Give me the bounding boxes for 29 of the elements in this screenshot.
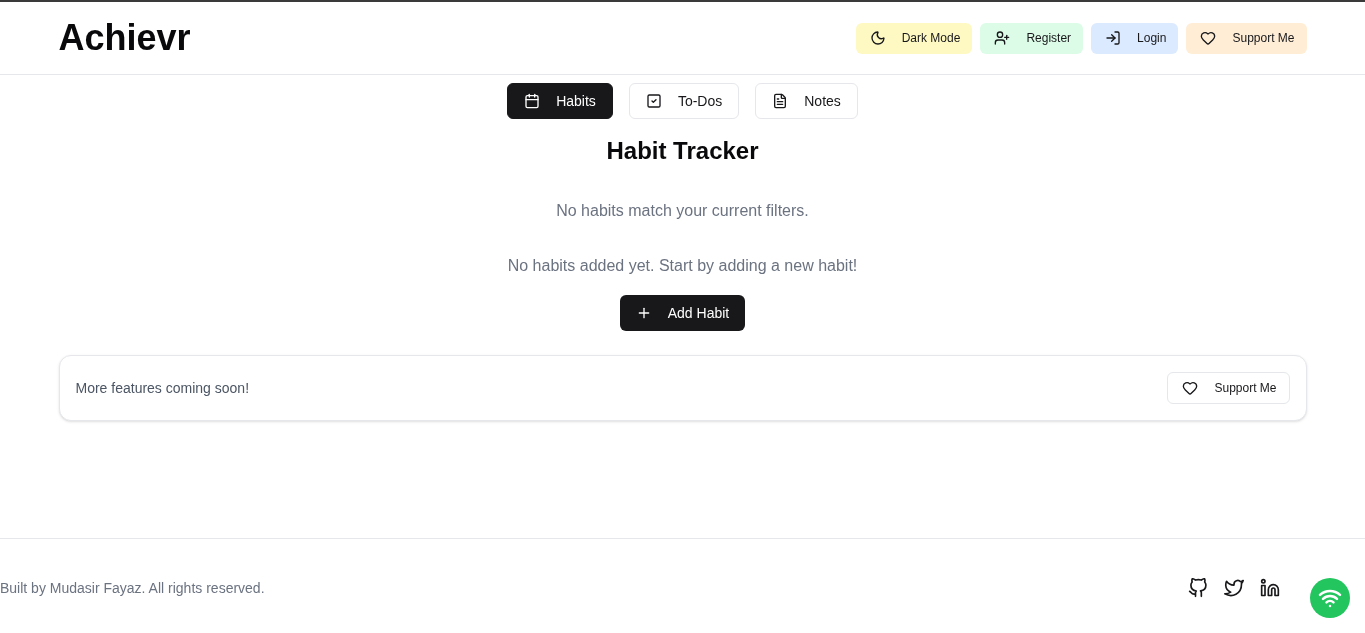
twitter-icon — [1224, 578, 1244, 598]
checkbox-icon — [645, 93, 662, 109]
moon-icon — [869, 30, 886, 46]
login-icon — [1105, 30, 1122, 46]
user-plus-icon — [994, 30, 1011, 46]
app-logo: Achievr — [58, 18, 191, 58]
linkedin-link[interactable] — [1260, 578, 1280, 598]
calendar-icon — [524, 93, 541, 109]
heart-icon — [1182, 380, 1199, 396]
register-button[interactable]: Register — [980, 22, 1084, 54]
document-icon — [772, 93, 789, 109]
github-icon — [1188, 578, 1208, 598]
twitter-link[interactable] — [1224, 578, 1244, 598]
support-button[interactable]: Support Me — [1186, 22, 1307, 54]
heart-icon — [1200, 30, 1217, 46]
copyright-text: Built by Mudasir Fayaz. All rights reserved. — [0, 579, 265, 598]
tab[interactable]: Habits — [507, 83, 613, 119]
page-title: Habit Tracker — [606, 136, 759, 166]
tab[interactable]: To-Dos — [628, 83, 740, 119]
linkedin-icon — [1260, 578, 1280, 598]
notice-text: More features coming soon! — [75, 379, 250, 398]
dark-mode-button[interactable]: Dark Mode — [855, 22, 973, 54]
tab[interactable]: Notes — [755, 83, 858, 119]
github-link[interactable] — [1188, 578, 1208, 598]
empty-message: No habits match your current filters. — [556, 201, 809, 221]
support-button[interactable]: Support Me — [1167, 372, 1290, 404]
login-button[interactable]: Login — [1091, 22, 1179, 54]
add-habit-button[interactable]: Add Habit — [619, 295, 746, 331]
empty-message: No habits added yet. Start by adding a new habit! — [507, 256, 858, 276]
